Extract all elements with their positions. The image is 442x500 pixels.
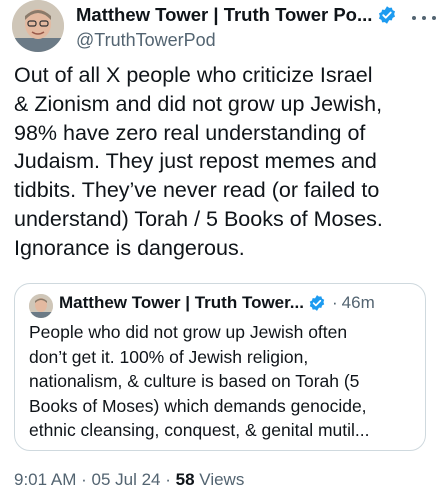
author-handle[interactable]: @TruthTowerPod (76, 30, 216, 51)
verified-badge-icon (379, 6, 396, 24)
author-name-text[interactable]: Matthew Tower | Truth Tower Po... (76, 4, 372, 26)
quoted-author-name: Matthew Tower | Truth Tower... (59, 293, 304, 312)
views-label: Views (199, 470, 245, 489)
avatar[interactable] (12, 0, 64, 52)
tweet-time[interactable]: 9:01 AM (14, 470, 76, 489)
separator-dot: · (81, 470, 92, 489)
quoted-text: People who did not grow up Jewish often … (29, 322, 370, 440)
quoted-avatar (29, 294, 53, 318)
quoted-time: 46m (341, 293, 375, 312)
tweet-text: Out of all X people who criticize Israel… (14, 63, 383, 260)
verified-badge-icon (309, 295, 325, 311)
quoted-tweet[interactable]: Matthew Tower | Truth Tower... · 46m Peo… (14, 283, 426, 451)
separator-dot: · (165, 470, 176, 489)
tweet-meta: 9:01 AM · 05 Jul 24 · 58 Views (14, 470, 244, 490)
views-count[interactable]: 58 (176, 470, 195, 489)
quoted-header: Matthew Tower | Truth Tower... · 46m (59, 293, 375, 313)
more-options-icon[interactable] (412, 10, 436, 26)
tweet-date[interactable]: 05 Jul 24 (92, 470, 161, 489)
author-name[interactable]: Matthew Tower | Truth Tower Po... (76, 4, 397, 26)
separator-dot: · (331, 293, 338, 312)
